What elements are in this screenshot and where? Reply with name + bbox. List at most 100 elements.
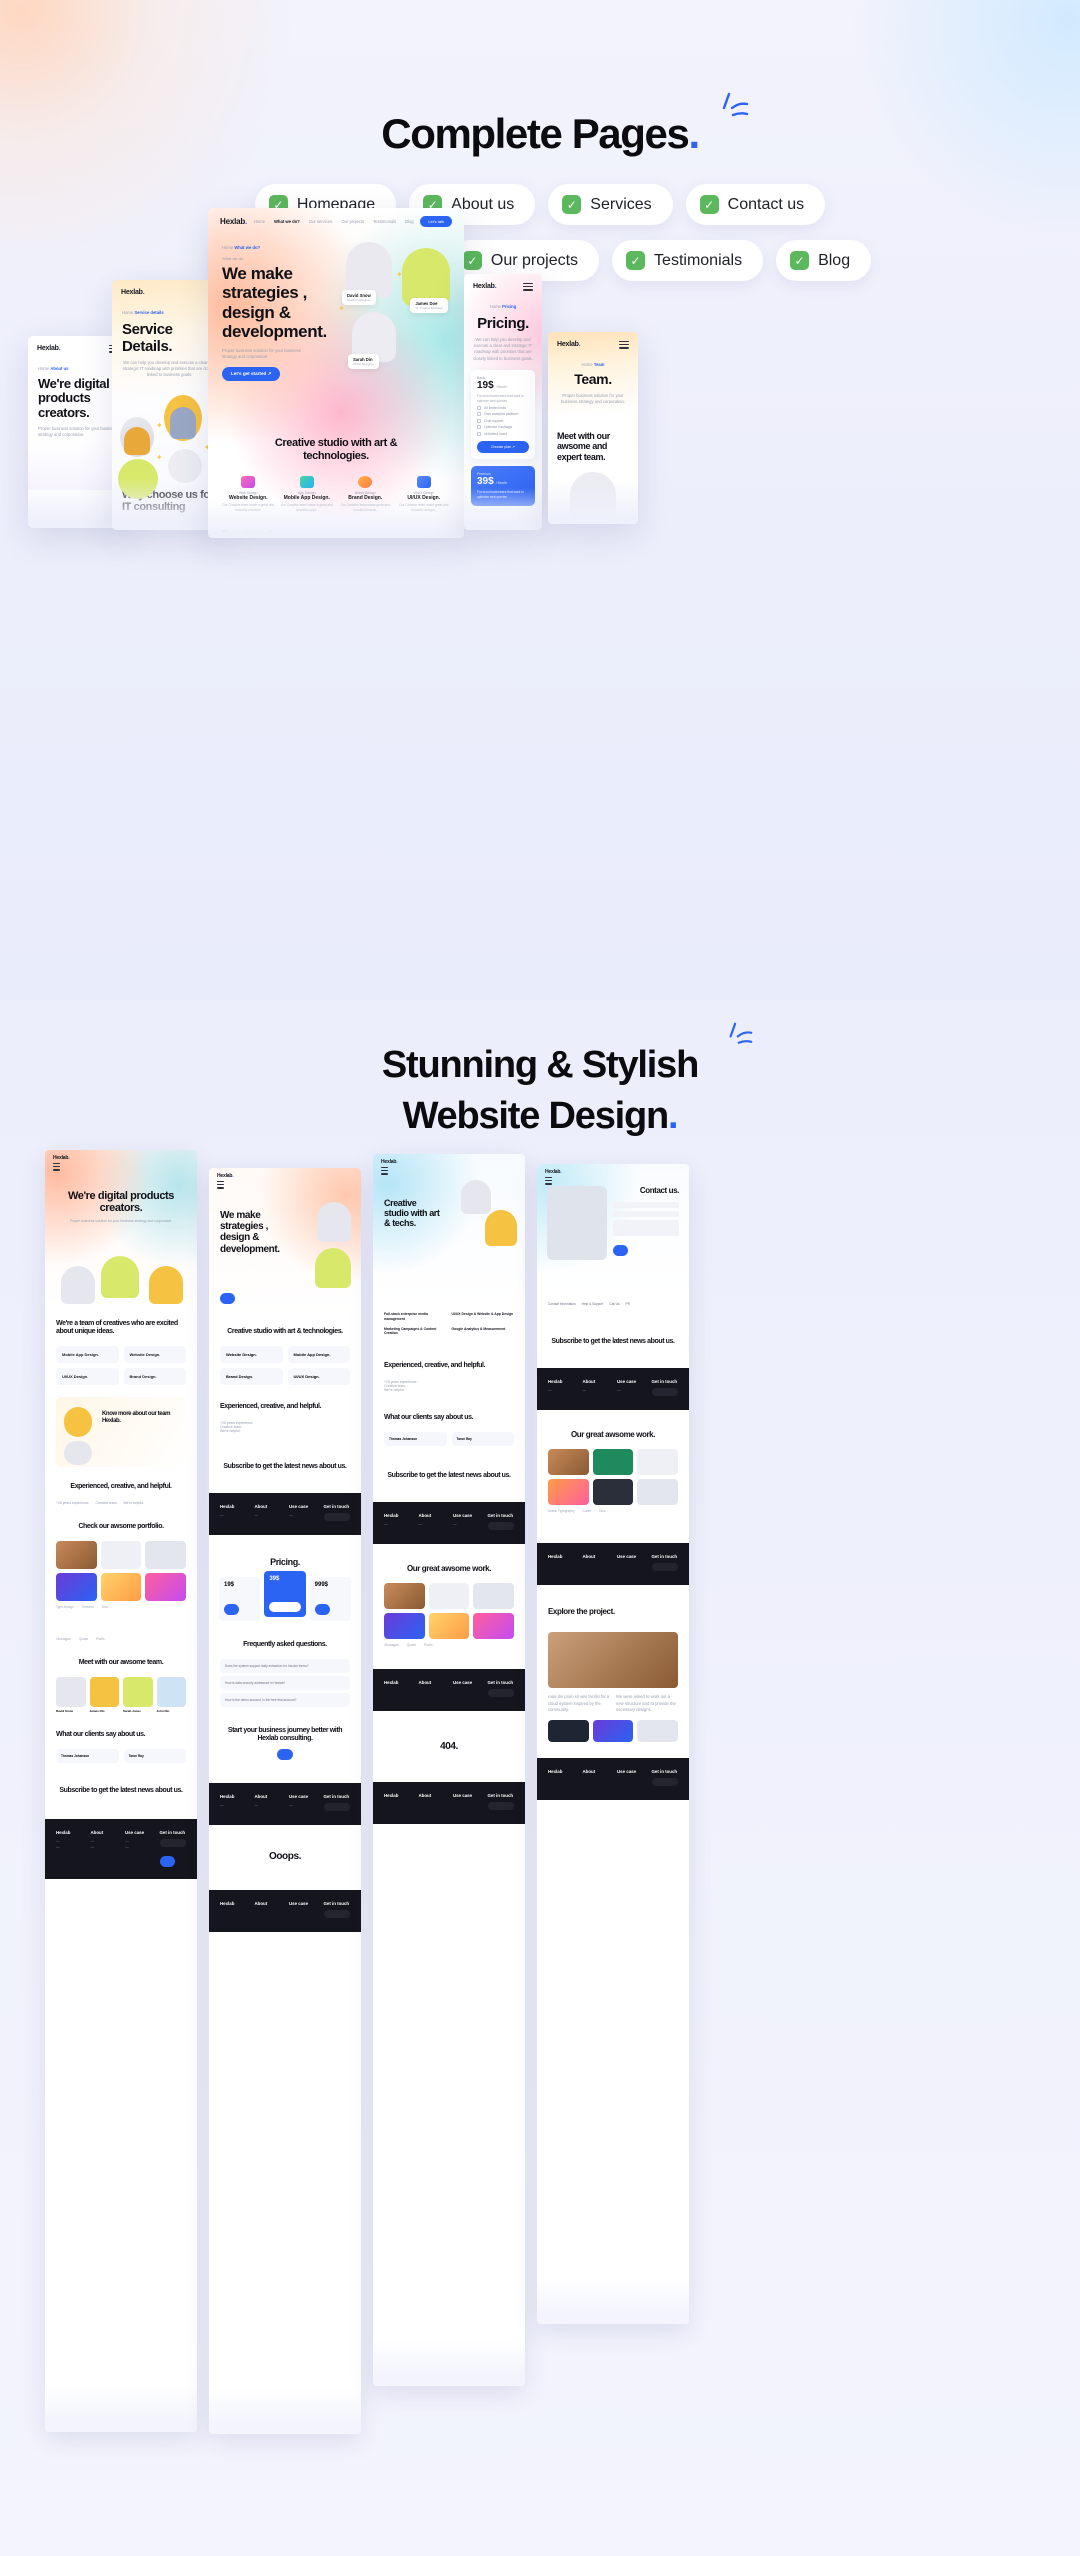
service-card[interactable]: Mobile App Design. [287,1345,350,1363]
faq-item[interactable]: How is the demo account, is the free tri… [220,1693,350,1708]
get-started-button[interactable]: Let's get started ↗ [222,367,281,382]
review-card[interactable]: Thomas Johanson [56,1748,119,1763]
menu-icon[interactable] [381,1167,388,1175]
service-card[interactable]: Mobile App Design. [56,1345,119,1363]
nav-item[interactable]: Our projects [341,219,364,224]
contact-input[interactable] [613,1202,679,1208]
nav-item[interactable]: Our services [309,219,333,224]
portfolio-tile[interactable] [548,1479,589,1506]
choose-plan-button[interactable]: Choose plan ↗ [477,440,529,453]
email-field[interactable] [323,1803,350,1812]
portfolio-tile[interactable] [637,1449,678,1476]
portfolio-tile[interactable] [473,1613,514,1640]
portfolio-tile[interactable] [428,1613,470,1640]
nav-item-active[interactable]: What we do? [274,219,300,224]
mockup-team[interactable]: Hexlab. Home Team Team. Proper business … [548,332,638,524]
email-field[interactable] [487,1521,514,1530]
service-card[interactable]: Brand Design. [220,1367,283,1385]
cta-button[interactable] [220,1293,236,1304]
email-field[interactable] [487,1802,514,1811]
choose-plan-button[interactable] [269,1602,301,1613]
portfolio-tile[interactable] [428,1583,470,1610]
pill-testimonials[interactable]: ✓ Testimonials [612,240,764,281]
portfolio-tile[interactable] [548,1449,589,1476]
menu-icon[interactable] [217,1181,224,1189]
review-card[interactable]: Thomas Johanson [384,1432,447,1446]
page-preview-services[interactable]: Hexlab. We make strategies , design & de… [209,1168,361,2434]
review-card[interactable]: Taron Ray [451,1432,514,1446]
nav-item[interactable]: Testimonials [373,219,396,224]
service-card[interactable]: Website Design. [220,1345,283,1363]
email-field[interactable] [651,1387,678,1396]
send-button[interactable] [613,1245,629,1256]
mockup-nav[interactable]: Home What we do? Our services Our projec… [254,219,414,224]
project-image[interactable] [548,1632,678,1689]
email-field[interactable] [159,1838,186,1847]
portfolio-tile[interactable] [145,1572,186,1601]
submit-button[interactable] [159,1855,175,1867]
email-field[interactable] [651,1777,678,1786]
project-tile[interactable] [548,1719,589,1742]
hero-paragraph: Proper business solution for your busine… [222,347,301,359]
menu-icon[interactable] [53,1163,60,1171]
choose-plan-button[interactable] [224,1604,240,1616]
menu-icon[interactable] [619,339,629,351]
pricing-card-basic[interactable]: Basic 19$ / Month For most businesses th… [471,369,535,459]
service-card[interactable]: UI/UX Design. [56,1367,119,1385]
pill-blog[interactable]: ✓ Blog [776,240,872,281]
portfolio-tile[interactable] [473,1583,514,1610]
menu-icon[interactable] [523,281,533,293]
footer-column-title: About [254,1901,268,1907]
menu-icon[interactable] [545,1177,552,1185]
page-preview-homepage[interactable]: Hexlab. We're digital products creators.… [45,1150,197,2432]
project-tile[interactable] [592,1719,634,1742]
brand-logo: Hexlab. [545,1169,562,1175]
cta-button[interactable] [277,1749,293,1761]
service-card[interactable]: UI/UX Design. [287,1367,350,1385]
service-card[interactable]: Brand Design. [123,1367,186,1385]
mockup-fade [548,480,638,524]
portfolio-tile[interactable] [637,1479,678,1506]
pill-contact-us[interactable]: ✓ Contact us [685,184,826,225]
nav-item[interactable]: Home [254,219,265,224]
portfolio-tile[interactable] [384,1583,425,1610]
portfolio-tile[interactable] [56,1572,97,1601]
mockup-what-we-do[interactable]: Hexlab. Home What we do? Our services Ou… [208,208,464,538]
page-preview-contact[interactable]: Hexlab. Contact us. Contact information … [537,1164,689,2324]
team-card-cluster: David Snow Graphic Designer James Doe Sr… [338,242,450,372]
portfolio-tile[interactable] [384,1613,425,1640]
faq-item[interactable]: Does the system support daily extraction… [220,1659,350,1674]
portfolio-tile[interactable] [145,1540,186,1569]
mockup-topbar: Hexlab. [464,274,542,300]
project-tile[interactable] [637,1719,678,1742]
review-card[interactable]: Taron Ray [123,1748,186,1763]
nav-cta-button[interactable]: Let's talk [420,216,452,227]
faq-item[interactable]: How is data security addressed in Hexlab… [220,1676,350,1691]
email-field[interactable] [323,1910,350,1919]
page-preview-about[interactable]: Hexlab. Creative studio with art & techs… [373,1154,525,2386]
portfolio-tile[interactable] [100,1540,142,1569]
preview-fade [373,2340,525,2386]
email-field[interactable] [487,1689,514,1698]
footer-column-title: About [582,1554,596,1560]
footer-column-title: About [582,1768,596,1774]
mockup-pricing[interactable]: Hexlab. Home Pricing Pricing. We can hel… [464,274,542,530]
nav-item[interactable]: Blog [405,219,413,224]
pill-services[interactable]: ✓ Services [548,184,673,225]
email-field[interactable] [323,1512,350,1521]
portfolio-tile[interactable] [592,1479,634,1506]
section-heading: Creative studio with art & technologies. [227,1328,343,1335]
portfolio-tile[interactable] [592,1449,634,1476]
plan-tag: Premium [477,471,491,476]
choose-plan-button[interactable] [314,1604,330,1616]
contact-input[interactable] [613,1211,679,1217]
email-field[interactable] [651,1563,678,1572]
portfolio-tile[interactable] [56,1540,97,1569]
portfolio-tile[interactable] [100,1572,142,1601]
footer-column-title: Get in touch [651,1554,678,1560]
error-heading: Ooops. [268,1851,302,1863]
contact-textarea[interactable] [613,1220,679,1236]
service-card[interactable]: Website Design. [123,1345,186,1363]
team-name: John Din [156,1708,170,1713]
website-design-section: Stunning & Stylish Website Design. Hexla… [0,1000,1080,2556]
